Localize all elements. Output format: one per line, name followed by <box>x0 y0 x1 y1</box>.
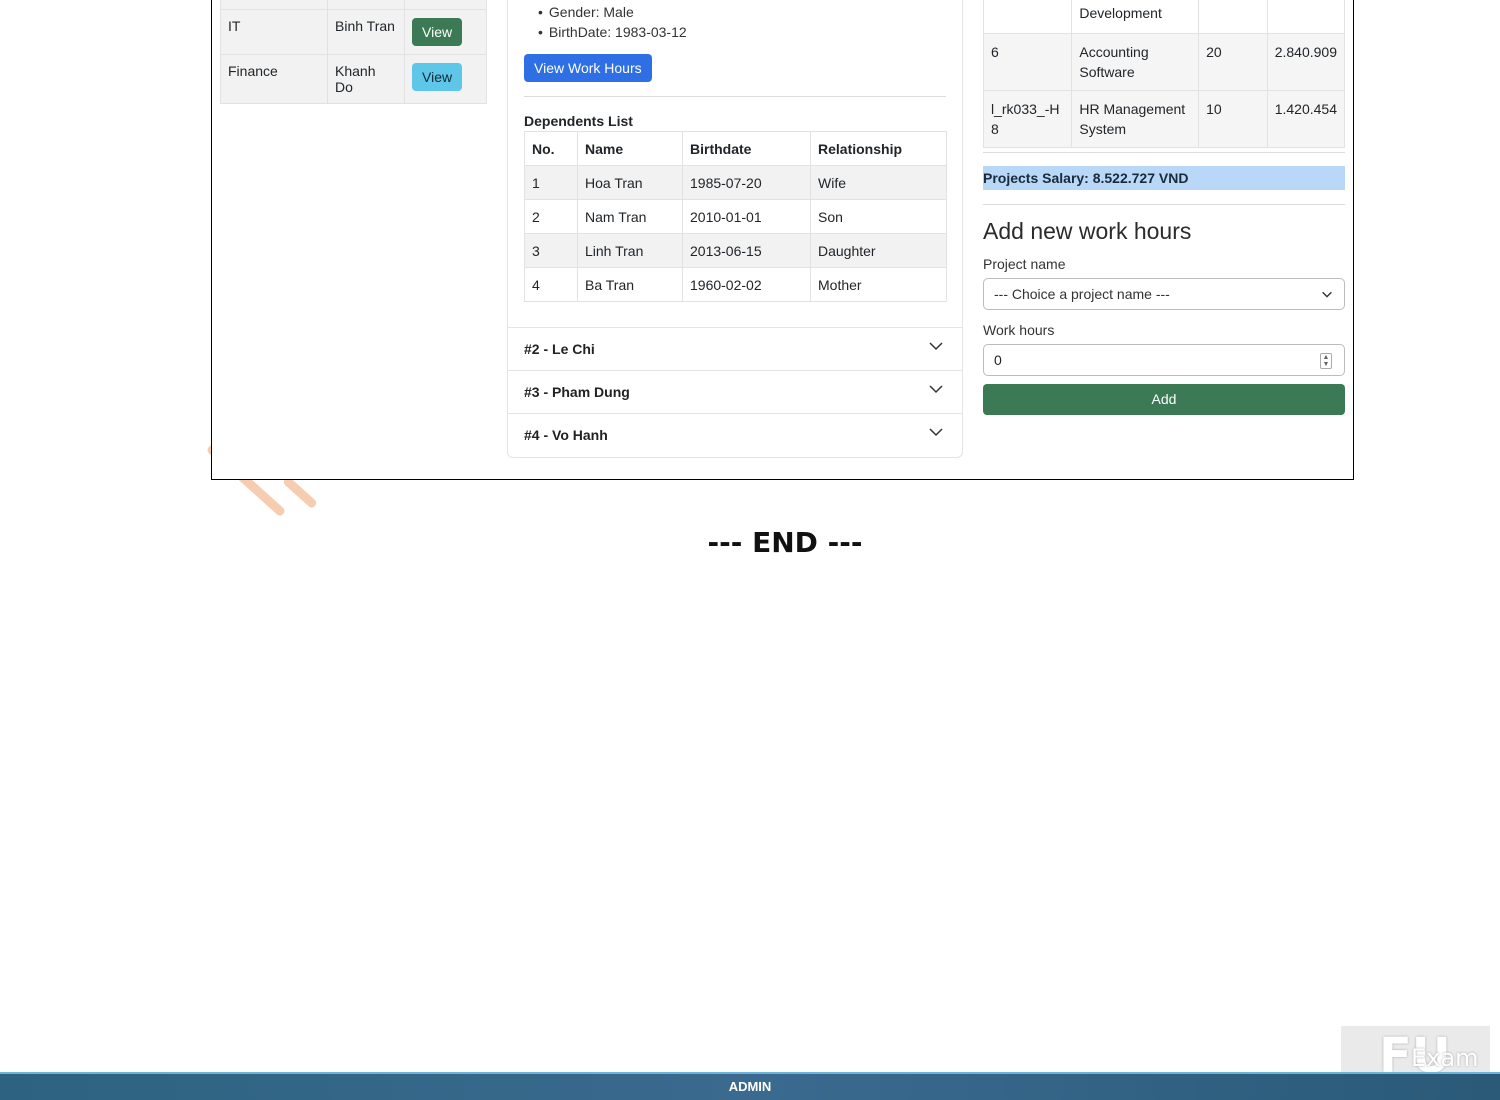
table-row <box>220 0 487 10</box>
column-header: Name <box>577 131 683 166</box>
footer-label: ADMIN <box>728 1079 772 1094</box>
cell: Son <box>810 199 947 234</box>
cell: 2.840.909 <box>1266 33 1346 91</box>
cell: Wife <box>810 165 947 200</box>
cell <box>1266 0 1346 34</box>
view-work-hours-button[interactable]: View Work Hours <box>524 54 652 82</box>
divider <box>983 204 1345 205</box>
number-spinner-icon[interactable]: ▲ ▼ <box>1320 353 1332 369</box>
cell: Linh Tran <box>577 233 683 268</box>
dept-name: Finance <box>220 54 328 104</box>
cell: 1.420.454 <box>1266 90 1346 148</box>
accordion-title: #3 - Pham Dung <box>524 384 630 400</box>
cell: 1 <box>524 165 578 200</box>
add-button[interactable]: Add <box>983 384 1345 415</box>
chevron-down-icon <box>929 385 943 394</box>
cell <box>982 0 1073 34</box>
cell: 2 <box>524 199 578 234</box>
department-table: IT Binh Tran View Finance Khanh Do View <box>220 0 487 104</box>
cell: 1985-07-20 <box>682 165 811 200</box>
cell: l_rk033_-H8 <box>982 90 1073 148</box>
divider <box>524 96 946 97</box>
employee-gender: Gender: Male <box>538 2 687 22</box>
project-name-select[interactable]: --- Choice a project name --- <box>983 278 1345 310</box>
table-row: 3 Linh Tran 2013-06-15 Daughter <box>524 233 947 268</box>
watermark-stroke <box>282 475 318 510</box>
chevron-down-icon <box>929 428 943 437</box>
cell: 6 <box>982 33 1073 91</box>
work-hours-label: Work hours <box>983 322 1055 338</box>
table-row: IT Binh Tran View <box>220 9 487 55</box>
employee-details: Gender: Male BirthDate: 1983-03-12 <box>538 2 687 42</box>
table-header-row: No. Name Birthdate Relationship <box>524 131 947 166</box>
table-row: 6 Accounting Software 20 2.840.909 <box>982 33 1346 91</box>
end-marker: --- END --- <box>707 526 863 559</box>
dept-name: IT <box>220 9 328 55</box>
cell: Daughter <box>810 233 947 268</box>
table-row: 4 Ba Tran 1960-02-02 Mother <box>524 267 947 302</box>
chevron-down-icon <box>1322 291 1332 298</box>
cell: Development <box>1071 0 1200 34</box>
input-value: 0 <box>994 352 1002 368</box>
cell: 20 <box>1198 33 1268 91</box>
cell: 1960-02-02 <box>682 267 811 302</box>
chevron-down-icon <box>929 342 943 351</box>
cell: Hoa Tran <box>577 165 683 200</box>
cell: 4 <box>524 267 578 302</box>
employee-birthdate: BirthDate: 1983-03-12 <box>538 22 687 42</box>
footer-bar: ADMIN <box>0 1072 1500 1100</box>
cell: 2013-06-15 <box>682 233 811 268</box>
dept-manager: Khanh Do <box>327 54 405 104</box>
cell: 3 <box>524 233 578 268</box>
accordion-title: #4 - Vo Hanh <box>524 427 608 443</box>
project-name-label: Project name <box>983 256 1066 272</box>
table-row: 2 Nam Tran 2010-01-01 Son <box>524 199 947 234</box>
cell: 2010-01-01 <box>682 199 811 234</box>
view-button[interactable]: View <box>412 63 463 91</box>
cell: HR Management System <box>1071 90 1200 148</box>
accordion-item-le-chi[interactable]: #2 - Le Chi <box>508 327 962 370</box>
accordion-title: #2 - Le Chi <box>524 341 595 357</box>
select-value: --- Choice a project name --- <box>994 286 1170 302</box>
cell: Accounting Software <box>1071 33 1200 91</box>
cell: 10 <box>1198 90 1268 148</box>
column-header: Relationship <box>810 131 947 166</box>
column-header: Birthdate <box>682 131 811 166</box>
accordion-item-vo-hanh[interactable]: #4 - Vo Hanh <box>508 413 962 456</box>
accordion-item-pham-dung[interactable]: #3 - Pham Dung <box>508 370 962 413</box>
projects-salary: Projects Salary: 8.522.727 VND <box>983 166 1345 190</box>
work-hours-input[interactable]: 0 ▲ ▼ <box>983 344 1345 376</box>
projects-table: Development 6 Accounting Software 20 2.8… <box>982 0 1346 148</box>
column-header: No. <box>524 131 578 166</box>
employee-accordion: Gender: Male BirthDate: 1983-03-12 View … <box>507 0 963 458</box>
table-row: Finance Khanh Do View <box>220 54 487 104</box>
cell: Ba Tran <box>577 267 683 302</box>
table-row: Development <box>982 0 1346 34</box>
cell: Nam Tran <box>577 199 683 234</box>
cell <box>1198 0 1268 34</box>
divider <box>983 152 1345 153</box>
table-row: l_rk033_-H8 HR Management System 10 1.42… <box>982 90 1346 148</box>
dept-manager: Binh Tran <box>327 9 405 55</box>
cell: Mother <box>810 267 947 302</box>
add-work-hours-title: Add new work hours <box>983 218 1192 244</box>
view-button[interactable]: View <box>412 18 463 46</box>
dependents-title: Dependents List <box>524 113 633 129</box>
table-row: 1 Hoa Tran 1985-07-20 Wife <box>524 165 947 200</box>
dependents-table: No. Name Birthdate Relationship 1 Hoa Tr… <box>524 131 947 302</box>
